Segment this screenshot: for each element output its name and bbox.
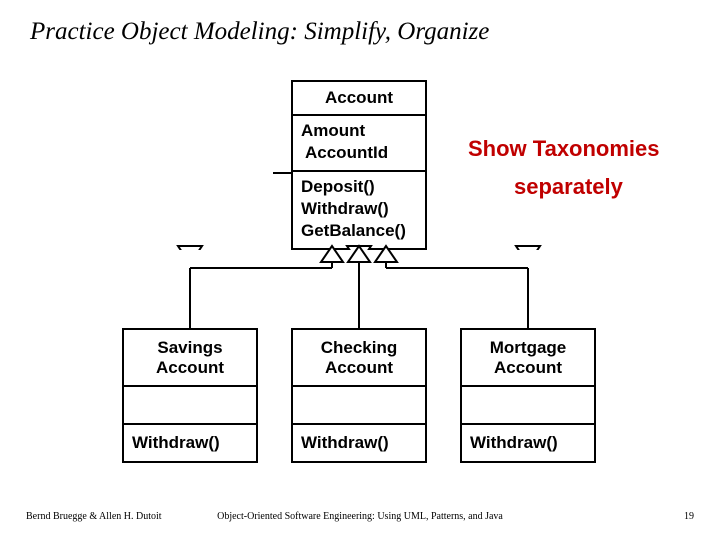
class-attributes-empty — [124, 387, 256, 425]
op-withdraw: Withdraw() — [293, 425, 425, 461]
uml-class-checking: Checking Account Withdraw() — [291, 328, 427, 463]
class-operations: Deposit() Withdraw() GetBalance() — [293, 172, 425, 248]
op-withdraw: Withdraw() — [301, 198, 417, 220]
attr-amount: Amount — [301, 120, 417, 142]
class-name: Mortgage Account — [462, 330, 594, 387]
op-withdraw: Withdraw() — [462, 425, 594, 461]
class-name: Savings Account — [124, 330, 256, 387]
op-getbalance: GetBalance() — [301, 220, 417, 242]
annotation-line1: Show Taxonomies — [468, 136, 660, 162]
class-name: Checking Account — [293, 330, 425, 387]
class-name: Account — [293, 82, 425, 116]
footer-book-title: Object-Oriented Software Engineering: Us… — [0, 511, 720, 522]
footer-page-number: 19 — [684, 511, 694, 522]
class-attributes: Amount AccountId — [293, 116, 425, 172]
uml-class-account: Account Amount AccountId Deposit() Withd… — [291, 80, 427, 250]
attr-accountid: AccountId — [301, 142, 417, 164]
class-attributes-empty — [462, 387, 594, 425]
uml-class-savings: Savings Account Withdraw() — [122, 328, 258, 463]
page-title: Practice Object Modeling: Simplify, Orga… — [30, 18, 489, 46]
op-withdraw: Withdraw() — [124, 425, 256, 461]
op-deposit: Deposit() — [301, 176, 417, 198]
uml-class-mortgage: Mortgage Account Withdraw() — [460, 328, 596, 463]
class-attributes-empty — [293, 387, 425, 425]
annotation-line2: separately — [514, 174, 623, 200]
